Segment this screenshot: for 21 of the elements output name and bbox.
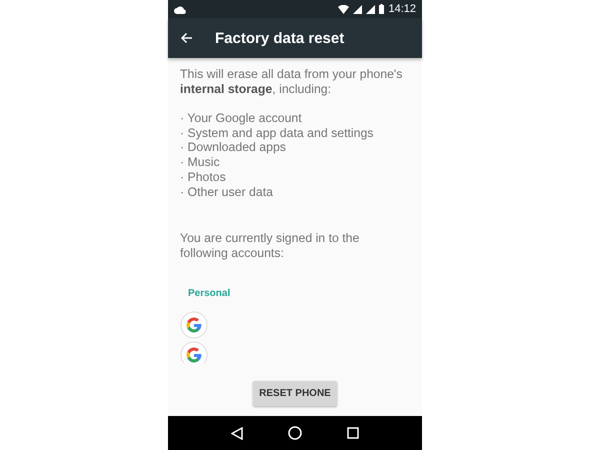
google-account-icon <box>180 311 208 340</box>
status-time: 14:12 <box>388 3 416 15</box>
screen-title: Factory data reset <box>215 30 344 46</box>
back-icon[interactable] <box>230 426 243 440</box>
recents-icon[interactable] <box>347 427 360 439</box>
erased-item: · System and app data and settings <box>180 126 374 140</box>
wifi-icon <box>338 4 350 14</box>
accounts-text: You are currently signed in to the following accounts: <box>180 231 360 262</box>
home-icon[interactable] <box>288 426 302 440</box>
erased-item: · Your Google account <box>180 111 303 126</box>
cloud-icon <box>174 4 186 14</box>
erased-item: · Music <box>180 155 221 170</box>
erased-item: · Other user data <box>180 184 274 200</box>
account-group-heading: Personal <box>188 287 232 302</box>
erased-item: · Downloaded apps <box>180 140 287 156</box>
back-arrow-icon[interactable] <box>180 32 193 44</box>
google-account-icon <box>180 341 208 364</box>
reset-phone-button[interactable]: RESET PHONE <box>253 381 337 406</box>
erased-item: · Photos <box>180 170 227 185</box>
warning-text: This will erase all data from your phone's internal storage, including: <box>180 67 404 97</box>
battery-icon <box>379 4 384 14</box>
